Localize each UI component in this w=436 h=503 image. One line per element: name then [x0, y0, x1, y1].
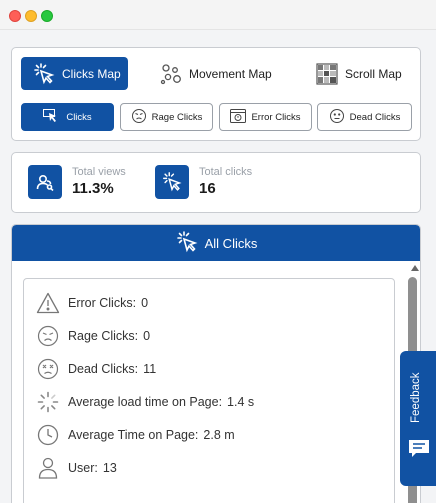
- clicks-map-label: Clicks Map: [62, 66, 121, 81]
- scroll-grid-icon: [315, 62, 339, 86]
- clock-icon: [35, 423, 61, 447]
- click-cursor-icon: [32, 62, 56, 86]
- metric-value: 0: [143, 329, 151, 343]
- rage-face-icon: [131, 108, 147, 127]
- metric-average-time-on-page: Average Time on Page: 2.8 m: [35, 423, 235, 447]
- filter-rage-clicks-label: Rage Clicks: [151, 111, 203, 123]
- movement-icon: [159, 62, 183, 86]
- chat-icon: [408, 439, 430, 459]
- metric-users: User: 13: [35, 456, 117, 480]
- all-clicks-title: All Clicks: [204, 235, 258, 251]
- user-icon: [35, 456, 61, 480]
- users-icon: [28, 165, 62, 199]
- minimize-window-button[interactable]: [25, 10, 37, 22]
- metric-rage-clicks: Rage Clicks: 0: [35, 324, 150, 348]
- metric-label: Error Clicks:: [68, 296, 137, 310]
- clicks-map-button[interactable]: Clicks Map: [21, 57, 128, 90]
- filter-rage-clicks-button[interactable]: Rage Clicks: [120, 103, 213, 131]
- filter-dead-clicks-button[interactable]: Dead Clicks: [317, 103, 412, 131]
- maximize-window-button[interactable]: [41, 10, 53, 22]
- metric-error-clicks: Error Clicks: 0: [35, 291, 148, 315]
- total-views-label: Total views: [72, 165, 126, 178]
- metric-label: Dead Clicks:: [68, 362, 139, 376]
- click-cursor-icon: [175, 230, 199, 257]
- metric-value: 13: [102, 461, 117, 475]
- pointer-icon: [43, 108, 61, 126]
- all-clicks-header: All Clicks: [12, 225, 420, 261]
- feedback-label: Feedback: [410, 372, 422, 423]
- scroll-up-arrow[interactable]: [411, 265, 419, 271]
- metric-label: Average load time on Page:: [68, 395, 223, 409]
- total-clicks-label: Total clicks: [199, 165, 253, 178]
- metric-label: Average Time on Page:: [68, 428, 199, 442]
- metric-value: 0: [141, 296, 149, 310]
- click-cursor-icon: [155, 165, 189, 199]
- feedback-tab[interactable]: Feedback: [400, 351, 436, 486]
- metric-label: User:: [68, 461, 98, 475]
- total-views-stat: Total views 11.3%: [28, 165, 126, 199]
- window-titlebar: [0, 0, 436, 30]
- warning-icon: [35, 291, 61, 315]
- filter-clicks-button[interactable]: Clicks: [21, 103, 114, 131]
- scroll-map-button[interactable]: Scroll Map: [312, 57, 412, 90]
- metric-average-load-time: Average load time on Page: 1.4 s: [35, 390, 254, 414]
- total-clicks-stat: Total clicks 16: [155, 165, 252, 199]
- click-metrics-list: Error Clicks: 0 Rage Clicks: 0 Dead Clic…: [23, 278, 395, 503]
- error-window-icon: [230, 108, 247, 126]
- metric-value: 1.4 s: [227, 395, 255, 409]
- metric-value: 2.8 m: [203, 428, 235, 442]
- loading-spinner-icon: [35, 390, 61, 414]
- filter-error-clicks-button[interactable]: Error Clicks: [219, 103, 312, 131]
- metric-label: Rage Clicks:: [68, 329, 139, 343]
- all-clicks-panel: All Clicks Error Clicks: 0 Rage Clicks: …: [11, 224, 421, 503]
- filter-dead-clicks-label: Dead Clicks: [349, 111, 401, 123]
- close-window-button[interactable]: [9, 10, 21, 22]
- neutral-face-icon: [329, 108, 345, 127]
- total-clicks-value: 16: [199, 179, 216, 197]
- dead-face-icon: [35, 357, 61, 381]
- map-toolbar: Clicks Map Movement Map Scroll Map Click…: [11, 47, 421, 141]
- filter-error-clicks-label: Error Clicks: [251, 111, 301, 123]
- scroll-map-label: Scroll Map: [345, 66, 402, 81]
- filter-clicks-label: Clicks: [66, 111, 92, 123]
- movement-map-button[interactable]: Movement Map: [157, 57, 282, 90]
- angry-face-icon: [35, 324, 61, 348]
- summary-stats: Total views 11.3% Total clicks 16: [11, 152, 421, 213]
- metric-value: 11: [143, 362, 157, 376]
- movement-map-label: Movement Map: [189, 66, 272, 81]
- total-views-value: 11.3%: [72, 179, 114, 197]
- metric-dead-clicks: Dead Clicks: 11: [35, 357, 156, 381]
